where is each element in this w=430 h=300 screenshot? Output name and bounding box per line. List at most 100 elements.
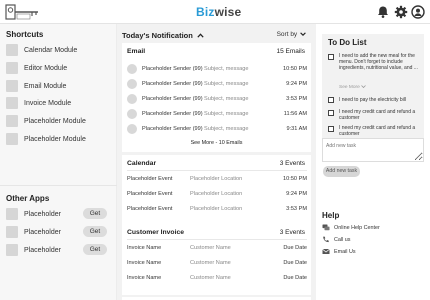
phone-icon — [323, 236, 329, 243]
todo-checkbox[interactable] — [328, 97, 334, 103]
help-item-label: Email Us — [334, 249, 356, 255]
email-time: 10:50 PM — [283, 66, 307, 72]
email-time: 9:24 PM — [286, 81, 307, 87]
event-location: Placeholder Location — [190, 206, 243, 212]
invoice-row[interactable]: Invoice Name Customer Name Due Date — [127, 275, 307, 283]
shortcut-email-module[interactable]: Email Module — [6, 79, 116, 93]
todo-checkbox[interactable] — [328, 126, 334, 132]
help-item-label: Online Help Center — [334, 225, 380, 231]
help-email-us-link[interactable]: Email Us — [322, 248, 422, 256]
sender-avatar — [127, 124, 137, 134]
shortcuts-title: Shortcuts — [6, 30, 44, 39]
new-task-input[interactable] — [322, 138, 424, 162]
email-subject: Subject, message — [204, 126, 249, 132]
sort-by-label: Sort by — [276, 31, 298, 38]
chat-icon — [322, 224, 330, 231]
todo-item-text: I need to pay the electricity bill — [339, 97, 406, 103]
event-name: Placeholder Event — [127, 191, 173, 197]
chevron-down-icon — [300, 32, 306, 36]
app-label: Placeholder — [24, 228, 61, 236]
gear-icon[interactable] — [394, 5, 408, 19]
email-row[interactable]: Placeholder Sender (99) Subject, message… — [127, 79, 307, 89]
email-count: 15 Emails — [276, 48, 305, 55]
due-date: Due Date — [283, 260, 307, 266]
email-card-title: Email — [127, 48, 146, 55]
due-date: Due Date — [283, 275, 307, 281]
sort-by-dropdown[interactable]: Sort by — [277, 31, 306, 38]
see-more-emails-link[interactable]: See More - 10 Emails — [122, 140, 311, 146]
email-card: Email 15 Emails Placeholder Sender (99) … — [122, 43, 311, 152]
invoice-card-title: Customer Invoice — [127, 229, 185, 236]
email-sender: Placeholder Sender (99) — [142, 66, 203, 72]
sidebar-divider — [0, 185, 117, 186]
help-online-center-link[interactable]: Online Help Center — [322, 224, 422, 232]
module-icon — [6, 133, 18, 145]
module-icon — [6, 80, 18, 92]
calendar-event-row[interactable]: Placeholder Event Placeholder Location 3… — [127, 206, 307, 214]
chevron-up-icon — [197, 33, 204, 38]
get-app-button[interactable]: Get — [83, 226, 107, 237]
bell-icon[interactable] — [376, 5, 390, 19]
due-date: Due Date — [283, 245, 307, 251]
shortcut-label: Email Module — [24, 82, 67, 90]
email-row[interactable]: Placeholder Sender (99) Subject, message… — [127, 124, 307, 134]
company-logo[interactable] — [4, 2, 40, 22]
add-new-task-button[interactable]: Add new task — [323, 166, 360, 177]
shortcut-label: Editor Module — [24, 64, 68, 72]
email-subject: Subject, message — [204, 66, 249, 72]
todo-see-more-link[interactable]: See More — [339, 85, 366, 90]
email-row[interactable]: Placeholder Sender (99) Subject, message… — [127, 64, 307, 74]
shortcut-invoice-module[interactable]: Invoice Module — [6, 96, 116, 110]
todo-checkbox[interactable] — [328, 54, 334, 60]
user-icon[interactable] — [411, 5, 425, 19]
email-sender: Placeholder Sender (99) — [142, 111, 203, 117]
help-title: Help — [322, 211, 340, 220]
invoice-name: Invoice Name — [127, 260, 162, 266]
invoice-row[interactable]: Invoice Name Customer Name Due Date — [127, 260, 307, 268]
calendar-event-row[interactable]: Placeholder Event Placeholder Location 1… — [127, 176, 307, 184]
help-call-us-link[interactable]: Call us — [322, 236, 422, 244]
sender-avatar — [127, 64, 137, 74]
notifications-title[interactable]: Today's Notification — [122, 31, 204, 40]
brand-title: Bizwise — [196, 5, 241, 19]
invoice-row[interactable]: Invoice Name Customer Name Due Date — [127, 245, 307, 253]
shortcut-calendar-module[interactable]: Calendar Module — [6, 43, 116, 57]
email-sender: Placeholder Sender (99) — [142, 96, 203, 102]
shortcut-placeholder-module-1[interactable]: Placeholder Module — [6, 114, 116, 128]
module-icon — [6, 44, 18, 56]
card-divider — [127, 170, 307, 171]
email-row[interactable]: Placeholder Sender (99) Subject, message… — [127, 94, 307, 104]
email-time: 3:53 PM — [286, 96, 307, 102]
shortcut-label: Invoice Module — [24, 99, 72, 107]
shortcut-editor-module[interactable]: Editor Module — [6, 61, 116, 75]
email-time: 9:31 AM — [286, 126, 307, 132]
todo-item-text: I need to add the new meal for the menu.… — [339, 53, 418, 72]
customer-name: Customer Name — [190, 275, 231, 281]
invoice-name: Invoice Name — [127, 245, 162, 251]
calendar-event-row[interactable]: Placeholder Event Placeholder Location 9… — [127, 191, 307, 199]
invoice-name: Invoice Name — [127, 275, 162, 281]
left-sidebar: Shortcuts Calendar Module Editor Module … — [0, 24, 117, 300]
get-app-button[interactable]: Get — [83, 208, 107, 219]
other-apps-title: Other Apps — [6, 194, 50, 203]
calendar-count: 3 Events — [279, 160, 305, 167]
notifications-title-text: Today's Notification — [122, 31, 193, 40]
invoice-card: Customer Invoice 3 Events Invoice Name C… — [122, 224, 311, 295]
shortcut-placeholder-module-2[interactable]: Placeholder Module — [6, 132, 116, 146]
event-location: Placeholder Location — [190, 191, 243, 197]
brand-part-2: wise — [214, 5, 242, 19]
module-icon — [6, 97, 18, 109]
event-time: 3:53 PM — [286, 206, 307, 212]
event-name: Placeholder Event — [127, 206, 173, 212]
sender-avatar — [127, 79, 137, 89]
chevron-down-icon — [361, 85, 366, 89]
app-label: Placeholder — [24, 210, 61, 218]
email-row[interactable]: Placeholder Sender (99) Subject, message… — [127, 109, 307, 119]
get-app-button[interactable]: Get — [83, 244, 107, 255]
mail-icon — [322, 248, 330, 254]
invoice-count: 3 Events — [279, 229, 305, 236]
module-icon — [6, 115, 18, 127]
todo-checkbox[interactable] — [328, 110, 334, 116]
app-icon — [6, 244, 18, 256]
email-subject: Subject, message — [204, 96, 249, 102]
